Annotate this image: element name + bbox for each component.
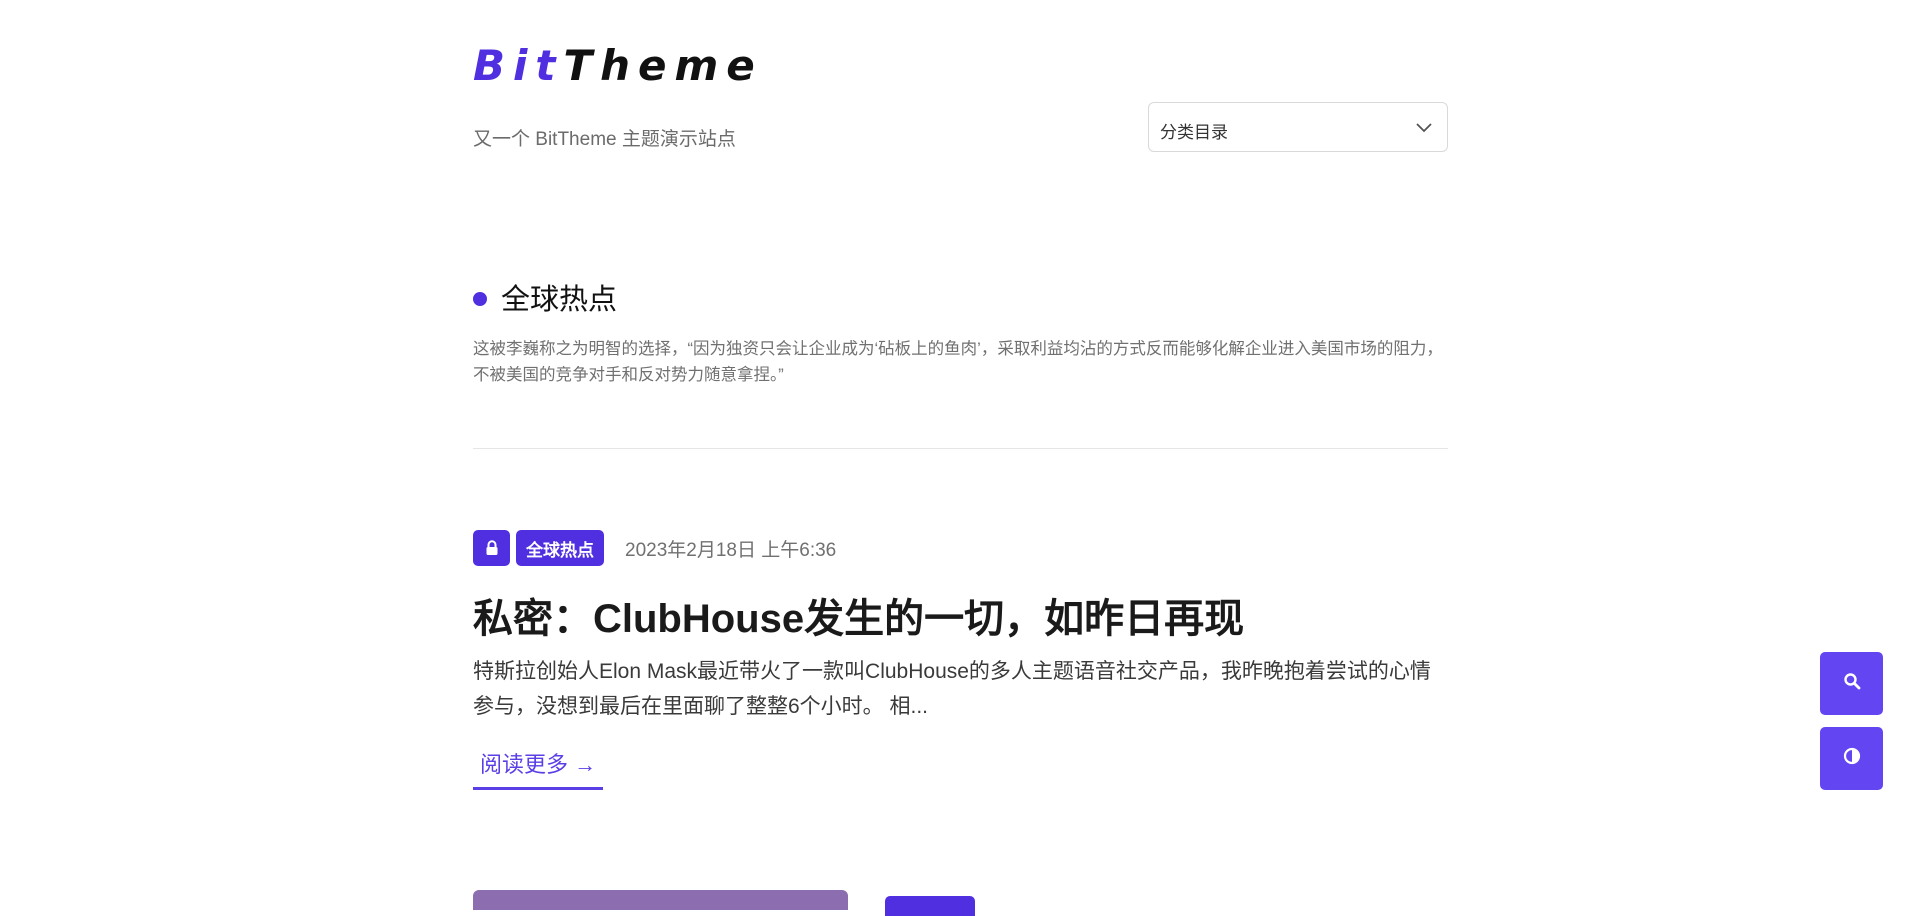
category-dot-icon: [473, 292, 487, 306]
category-dropdown[interactable]: 分类目录: [1148, 102, 1448, 152]
section-divider: [473, 448, 1448, 449]
logo-theme-text: Theme: [563, 41, 763, 90]
post-title[interactable]: 私密：ClubHouse发生的一切，如昨日再现: [473, 586, 1244, 644]
category-description: 这被李巍称之为明智的选择，“因为独资只会让企业成为‘砧板上的鱼肉’，采取利益均沾…: [473, 340, 1443, 384]
logo-bit-text: Bit: [473, 41, 564, 90]
category-title: 全球热点: [501, 284, 618, 316]
chevron-down-icon: [1415, 119, 1433, 142]
read-more-link[interactable]: 阅读更多 →: [473, 748, 604, 790]
site-logo[interactable]: BitTheme: [473, 44, 763, 88]
site-tagline: 又一个 BitTheme 主题演示站点: [473, 129, 736, 150]
post-category-badge[interactable]: 全球热点: [516, 530, 604, 566]
next-post-category-badge[interactable]: [885, 896, 975, 916]
post-excerpt: 特斯拉创始人Elon Mask最近带火了一款叫ClubHouse的多人主题语音社…: [473, 660, 1431, 718]
theme-toggle-button[interactable]: [1820, 727, 1883, 790]
category-heading: 全球热点: [473, 276, 617, 318]
contrast-icon: [1843, 747, 1861, 770]
lock-icon: [473, 530, 510, 566]
post-date: 2023年2月18日 上午6:36: [625, 539, 837, 561]
search-button[interactable]: [1820, 652, 1883, 715]
search-icon: [1843, 672, 1861, 695]
page-container: BitTheme 又一个 BitTheme 主题演示站点 分类目录 全球热点 这…: [473, 0, 1448, 916]
next-post-thumbnail[interactable]: [473, 890, 848, 910]
category-dropdown-label: 分类目录: [1160, 123, 1228, 142]
post-meta: 全球热点 2023年2月18日 上午6:36: [473, 530, 836, 566]
